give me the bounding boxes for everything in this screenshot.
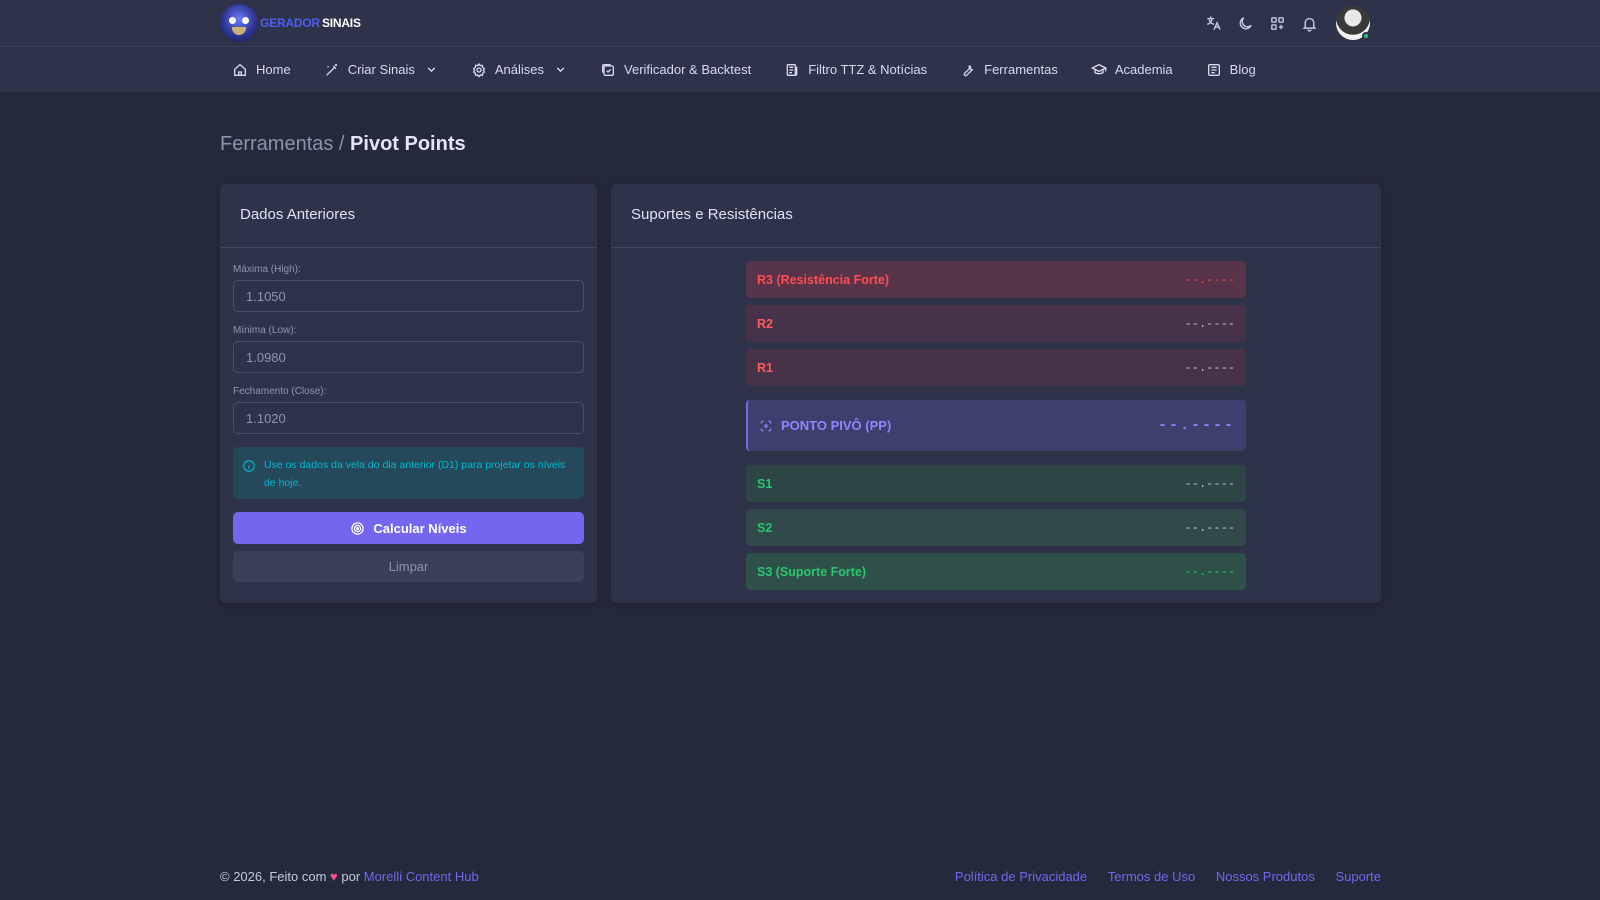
pivot-form: Máxima (High): Mínima (Low): Fechamento …	[220, 248, 597, 582]
calculate-levels-button[interactable]: Calcular Níveis	[233, 512, 584, 544]
level-pp-row: PONTO PIVÔ (PP) --.----	[746, 400, 1246, 451]
level-s3-value: --.----	[1184, 564, 1235, 579]
level-r3-value: --.----	[1184, 272, 1235, 287]
focus-point-icon	[760, 420, 772, 431]
info-alert-text: Use os dados da vela do dia anterior (D1…	[264, 459, 566, 489]
footer: © 2026, Feito com ♥ por Morelli Content …	[220, 869, 1381, 884]
level-s2-value: --.----	[1184, 520, 1235, 535]
user-avatar[interactable]	[1336, 6, 1370, 40]
level-s2-row: S2 --.----	[746, 509, 1246, 546]
chevron-down-icon	[427, 67, 436, 73]
close-input[interactable]	[233, 402, 584, 434]
nav-criar-sinais-label: Criar Sinais	[347, 62, 415, 77]
level-s1-row: S1 --.----	[746, 465, 1246, 502]
main-nav-bar: Home Criar Sinais Análises Verificador &…	[0, 47, 1600, 92]
gear-icon	[472, 62, 486, 78]
close-label: Fechamento (Close):	[233, 386, 327, 397]
footer-link-privacy[interactable]: Política de Privacidade	[955, 869, 1087, 884]
nav-filtro-ttz[interactable]: Filtro TTZ & Notícias	[784, 62, 927, 78]
nav-home-label: Home	[256, 62, 291, 77]
nav-analises-label: Análises	[494, 62, 545, 77]
target-icon	[351, 521, 365, 535]
article-icon	[1207, 63, 1220, 76]
nav-academia-label: Academia	[1114, 62, 1173, 77]
footer-credits: © 2026, Feito com ♥ por Morelli Content …	[220, 869, 479, 884]
supports-resistances-card: Suportes e Resistências R3 (Resistência …	[611, 184, 1381, 603]
bear-logo-icon	[220, 4, 258, 42]
level-s1-value: --.----	[1184, 476, 1235, 491]
brand-name-part1: GERADOR	[260, 16, 320, 30]
level-r1-row: R1 --.----	[746, 349, 1246, 386]
apps-grid-icon[interactable]	[1268, 14, 1286, 32]
top-bar: GERADOR SINAIS	[0, 0, 1600, 47]
level-r2-value: --.----	[1184, 316, 1235, 331]
previous-data-title: Dados Anteriores	[220, 184, 597, 248]
level-pp-label-group: PONTO PIVÔ (PP)	[759, 418, 891, 433]
main-nav: Home Criar Sinais Análises Verificador &…	[232, 47, 1289, 92]
info-icon	[243, 460, 255, 472]
level-pp-label: PONTO PIVÔ (PP)	[781, 418, 892, 433]
news-icon	[786, 63, 798, 76]
low-input[interactable]	[233, 341, 584, 373]
footer-link-terms[interactable]: Termos de Uso	[1108, 869, 1195, 884]
nav-blog[interactable]: Blog	[1206, 62, 1256, 78]
home-icon	[234, 63, 246, 76]
notification-bell-icon[interactable]	[1300, 14, 1318, 32]
clear-button[interactable]: Limpar	[233, 551, 584, 582]
graduation-cap-icon	[1090, 63, 1107, 74]
level-s3-label: S3 (Suporte Forte)	[757, 564, 867, 579]
nav-criar-sinais[interactable]: Criar Sinais	[324, 62, 438, 78]
high-input[interactable]	[233, 280, 584, 312]
translate-icon[interactable]	[1204, 14, 1222, 32]
nav-ferramentas[interactable]: Ferramentas	[960, 62, 1058, 78]
footer-by: por	[341, 869, 361, 884]
nav-analises[interactable]: Análises	[471, 62, 567, 78]
chevron-down-icon	[556, 67, 565, 73]
level-pp-value: --.----	[1157, 417, 1235, 434]
high-label: Máxima (High):	[233, 264, 301, 275]
info-alert: Use os dados da vela do dia anterior (D1…	[233, 447, 584, 499]
heart-icon: ♥	[330, 869, 338, 884]
footer-links: Política de Privacidade Termos de Uso No…	[938, 869, 1381, 884]
nav-verificador-label: Verificador & Backtest	[624, 62, 752, 77]
dark-mode-icon[interactable]	[1236, 14, 1254, 32]
nav-ferramentas-label: Ferramentas	[984, 62, 1058, 77]
checklist-icon	[602, 63, 615, 76]
nav-verificador-backtest[interactable]: Verificador & Backtest	[600, 62, 751, 78]
previous-data-card: Dados Anteriores Máxima (High): Mínima (…	[220, 184, 597, 603]
footer-author-link[interactable]: Morelli Content Hub	[364, 869, 479, 884]
calculate-levels-label: Calcular Níveis	[373, 520, 467, 536]
breadcrumb: Ferramentas / Pivot Points	[220, 133, 466, 156]
level-s1-label: S1	[757, 476, 773, 491]
level-s2-label: S2	[757, 520, 773, 535]
breadcrumb-parent[interactable]: Ferramentas /	[220, 133, 344, 155]
top-actions	[1204, 0, 1370, 46]
brand-name-part2: SINAIS	[321, 16, 361, 30]
level-r3-label: R3 (Resistência Forte)	[757, 272, 889, 287]
nav-filtro-label: Filtro TTZ & Notícias	[808, 62, 928, 77]
level-r1-value: --.----	[1184, 360, 1235, 375]
level-r3-row: R3 (Resistência Forte) --.----	[746, 261, 1246, 298]
page-title: Pivot Points	[350, 133, 466, 155]
pivot-levels-list: R3 (Resistência Forte) --.---- R2 --.---…	[746, 261, 1246, 597]
low-label: Mínima (Low):	[233, 325, 297, 336]
level-r1-label: R1	[757, 360, 773, 375]
brand-logo[interactable]: GERADOR SINAIS	[220, 4, 361, 42]
supports-resistances-title: Suportes e Resistências	[611, 184, 1381, 248]
online-status-dot	[1362, 32, 1370, 40]
nav-academia[interactable]: Academia	[1090, 62, 1173, 78]
level-r2-label: R2	[757, 316, 773, 331]
footer-link-products[interactable]: Nossos Produtos	[1216, 869, 1315, 884]
tools-icon	[963, 64, 974, 76]
level-r2-row: R2 --.----	[746, 305, 1246, 342]
footer-copyright: © 2026, Feito com	[220, 869, 327, 884]
footer-link-support[interactable]: Suporte	[1335, 869, 1381, 884]
nav-home[interactable]: Home	[232, 62, 291, 78]
level-s3-row: S3 (Suporte Forte) --.----	[746, 553, 1246, 590]
magic-wand-icon	[325, 63, 337, 76]
nav-blog-label: Blog	[1229, 62, 1256, 77]
